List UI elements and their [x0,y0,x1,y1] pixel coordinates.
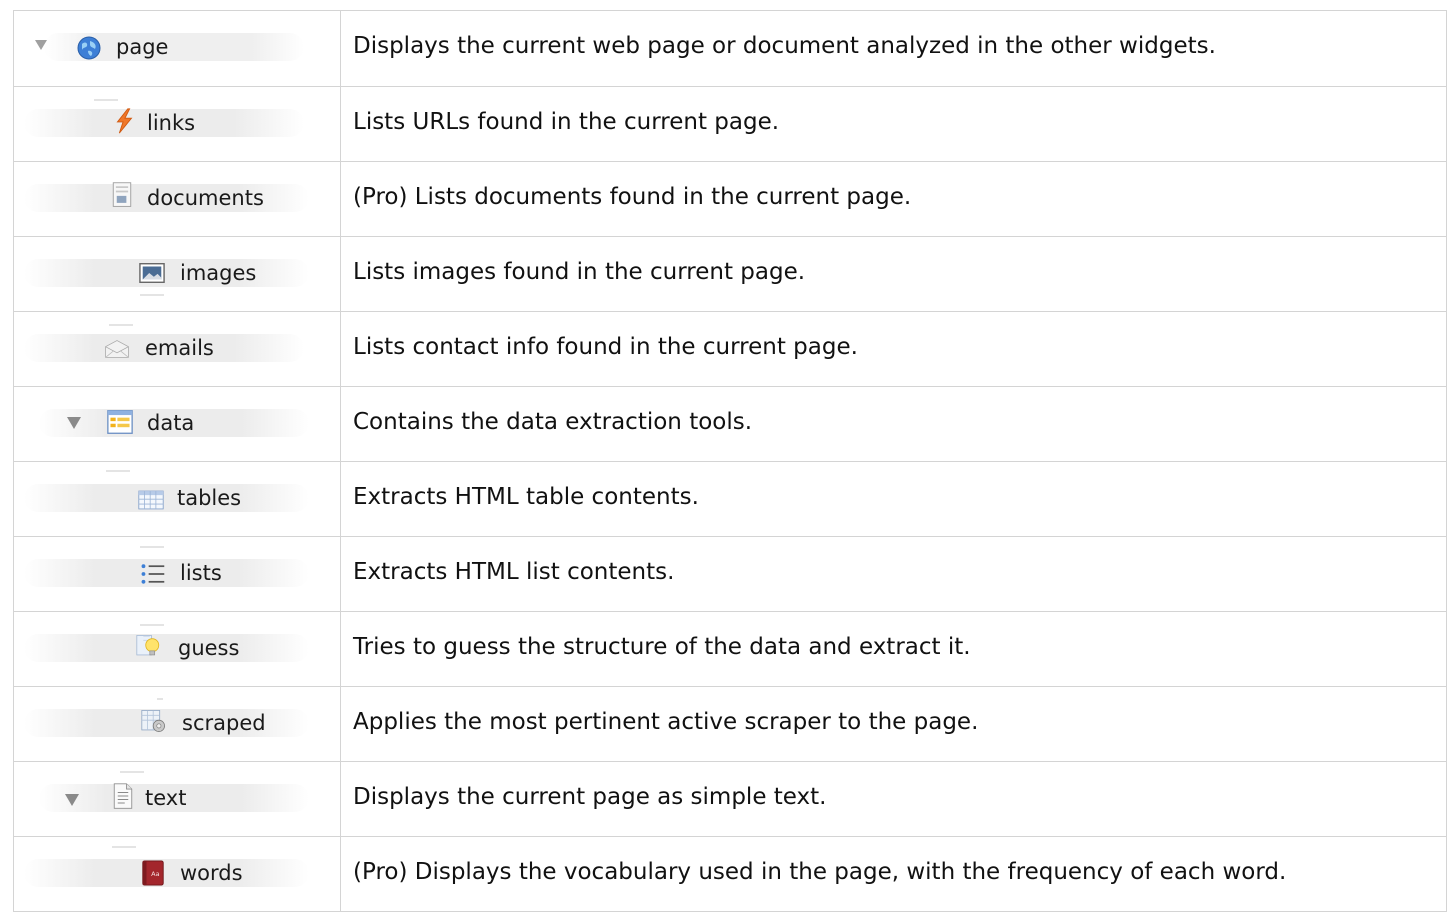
widget-description: Tries to guess the structure of the data… [340,611,1447,687]
tree-item-label: page [116,35,169,59]
tree-item-links[interactable]: links [14,87,340,161]
table-row: images Lists images found in the current… [13,236,1447,312]
widget-name-cell: tables [13,461,341,537]
list-icon [141,564,165,584]
text-file-icon [113,783,133,809]
book-icon: Aa [142,860,164,886]
disclosure-triangle-icon[interactable] [67,417,81,429]
tree-item-label: guess [178,636,240,660]
widget-name-cell: emails [13,311,341,387]
widget-description: Lists images found in the current page. [340,236,1447,312]
tree-item-emails[interactable]: emails [14,312,340,386]
widget-description: Displays the current page as simple text… [340,761,1447,837]
widget-description: Lists contact info found in the current … [340,311,1447,387]
widget-description: Displays the current web page or documen… [340,10,1447,87]
tree-item-lists[interactable]: lists [14,537,340,611]
widget-description: (Pro) Lists documents found in the curre… [340,161,1447,237]
widget-description: Extracts HTML list contents. [340,536,1447,612]
tree-item-scraped[interactable]: scraped [14,687,340,761]
widgets-table: page Displays the current web page or do… [13,10,1447,912]
document-icon [112,182,132,207]
tree-item-text[interactable]: text [14,762,340,836]
data-grid-icon [107,410,133,434]
widget-name-cell: links [13,86,341,162]
table-row: emails Lists contact info found in the c… [13,311,1447,387]
table-row: data Contains the data extraction tools. [13,386,1447,462]
table-row: text Displays the current page as simple… [13,761,1447,837]
tree-item-label: words [180,861,243,885]
tree-item-label: data [147,411,195,435]
widget-name-cell: data [13,386,341,462]
tree-item-data[interactable]: data [14,387,340,461]
disclosure-triangle-icon[interactable] [35,40,47,50]
widget-name-cell: guess [13,611,341,687]
disclosure-triangle-icon[interactable] [65,794,79,806]
widget-description: (Pro) Displays the vocabulary used in th… [340,836,1447,912]
table-row: documents (Pro) Lists documents found in… [13,161,1447,237]
tree-item-documents[interactable]: documents [14,162,340,236]
tree-item-label: scraped [182,711,266,735]
tree-item-label: emails [145,336,214,360]
widget-name-cell: text [13,761,341,837]
tree-item-tables[interactable]: tables [14,462,340,536]
globe-icon [77,36,101,60]
tree-item-label: lists [180,561,222,585]
table-row: scraped Applies the most pertinent activ… [13,686,1447,762]
table-row: Aa words (Pro) Displays the vocabulary u… [13,836,1447,912]
widget-name-cell: page [13,10,341,87]
widget-name-cell: documents [13,161,341,237]
table-row: lists Extracts HTML list contents. [13,536,1447,612]
table-row: tables Extracts HTML table contents. [13,461,1447,537]
table-row: guess Tries to guess the structure of th… [13,611,1447,687]
widget-name-cell: lists [13,536,341,612]
svg-text:Aa: Aa [151,870,159,878]
tree-item-label: documents [147,186,264,210]
tree-item-label: links [147,111,196,135]
table-row: page Displays the current web page or do… [13,10,1447,87]
widget-name-cell: scraped [13,686,341,762]
widget-description: Contains the data extraction tools. [340,386,1447,462]
tree-item-label: tables [177,486,242,510]
tree-item-images[interactable]: images [14,237,340,311]
widget-name-cell: Aa words [13,836,341,912]
scraper-gear-icon [141,710,165,732]
tree-item-label: text [145,786,187,810]
widget-name-cell: images [13,236,341,312]
lightning-icon [116,108,133,134]
tree-item-guess[interactable]: guess [14,612,340,686]
table-icon [138,490,164,510]
envelope-icon [105,340,129,358]
table-row: links Lists URLs found in the current pa… [13,86,1447,162]
widget-description: Lists URLs found in the current page. [340,86,1447,162]
widget-description: Applies the most pertinent active scrape… [340,686,1447,762]
tree-item-words[interactable]: Aa words [14,837,340,911]
lightbulb-icon [136,635,160,656]
widget-description: Extracts HTML table contents. [340,461,1447,537]
tree-item-label: images [180,261,257,285]
image-icon [139,263,165,283]
tree-item-page[interactable]: page [14,11,340,86]
